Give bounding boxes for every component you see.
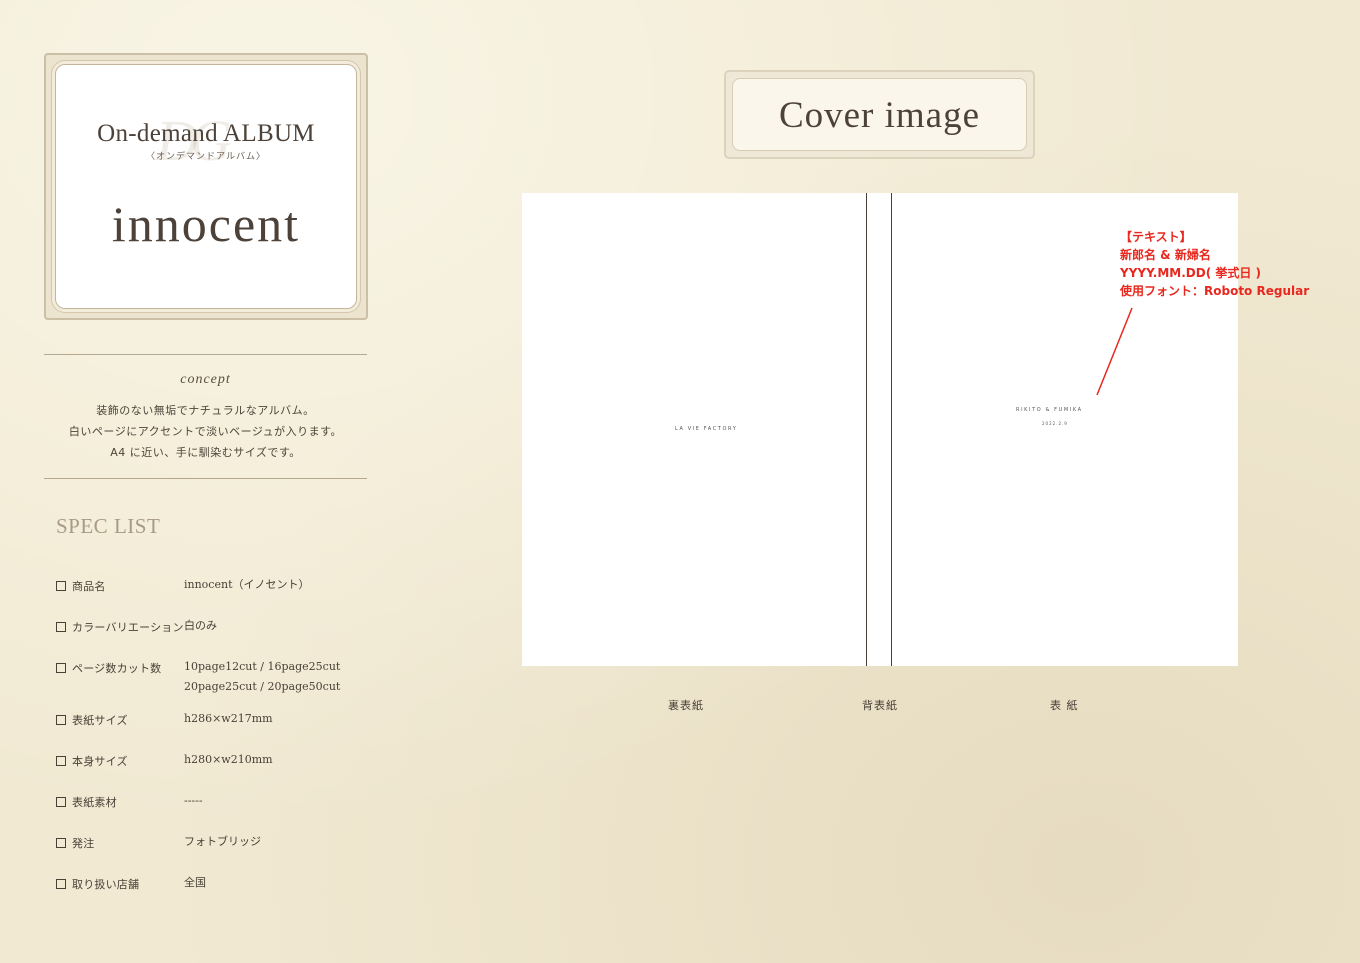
checkbox-icon bbox=[56, 663, 66, 673]
spec-value: ----- bbox=[184, 794, 203, 807]
spec-value: 全国 bbox=[184, 876, 206, 889]
concept-line: A4 に近い、手に馴染むサイズです。 bbox=[110, 446, 301, 459]
spec-label: 発注 bbox=[72, 837, 95, 850]
divider-bottom bbox=[44, 478, 367, 479]
checkbox-icon bbox=[56, 581, 66, 591]
annotation-line: YYYY.MM.DD( 挙式日 ) bbox=[1120, 266, 1262, 280]
spec-label: 本身サイズ bbox=[72, 755, 128, 768]
checkbox-icon bbox=[56, 838, 66, 848]
annotation-line: 【テキスト】 bbox=[1120, 230, 1192, 244]
concept-heading: concept bbox=[180, 372, 231, 387]
spec-value: h280×w210mm bbox=[184, 753, 273, 766]
cover-image-heading: Cover image bbox=[778, 95, 981, 136]
product-name: innocent bbox=[111, 196, 301, 252]
spec-label: ページ数カット数 bbox=[72, 662, 162, 675]
title-card-inner: DG On-demand ALBUM 〈オンデマンドアルバム〉 innocent bbox=[55, 64, 357, 309]
front-cover-date: 2022.2.9 bbox=[1042, 421, 1068, 426]
concept-line: 装飾のない無垢でナチュラルなアルバム。 bbox=[96, 404, 315, 417]
annotation-line: 新郎名 & 新婦名 bbox=[1120, 248, 1211, 262]
cover-image-heading-frame: Cover image bbox=[724, 70, 1035, 159]
spec-value: 10page12cut / 16page25cut bbox=[184, 660, 341, 673]
annotation-line: 使用フォント：Roboto Regular bbox=[1120, 284, 1310, 298]
checkbox-icon bbox=[56, 797, 66, 807]
checkbox-icon bbox=[56, 715, 66, 725]
spec-label: 表紙素材 bbox=[72, 796, 117, 809]
checkbox-icon bbox=[56, 622, 66, 632]
spine-label: 背表紙 bbox=[862, 699, 898, 712]
spec-label: 商品名 bbox=[72, 580, 106, 593]
spec-label: カラーバリエーション bbox=[72, 621, 184, 634]
spec-value: フォトブリッジ bbox=[184, 835, 261, 848]
spec-value: innocent（イノセント） bbox=[184, 578, 310, 591]
divider-top bbox=[44, 354, 367, 355]
back-cover-logo: LA VIE FACTORY bbox=[675, 426, 738, 432]
front-cover-label: 表 紙 bbox=[1050, 699, 1079, 712]
concept-line: 白いページにアクセントで淡いベージュが入ります。 bbox=[68, 425, 343, 438]
album-title: On-demand ALBUM bbox=[97, 120, 315, 147]
text-annotation: 【テキスト】 新郎名 & 新婦名 YYYY.MM.DD( 挙式日 ) 使用フォン… bbox=[1120, 228, 1309, 300]
album-subtitle: 〈オンデマンドアルバム〉 bbox=[146, 152, 266, 162]
checkbox-icon bbox=[56, 756, 66, 766]
spec-value: 白のみ bbox=[184, 619, 217, 632]
spec-label: 表紙サイズ bbox=[72, 714, 128, 727]
concept-text: 装飾のない無垢でナチュラルなアルバム。 白いページにアクセントで淡いベージュが入… bbox=[44, 400, 367, 463]
spec-value-line2: 20page25cut / 20page50cut bbox=[184, 680, 341, 693]
album-title-card: DG On-demand ALBUM 〈オンデマンドアルバム〉 innocent bbox=[44, 53, 368, 320]
spec-value: h286×w217mm bbox=[184, 712, 273, 725]
front-cover-names: RIKITO & FUMIKA bbox=[1016, 407, 1083, 413]
spec-list-heading: SPEC LIST bbox=[56, 514, 161, 538]
spine-line-left bbox=[866, 193, 867, 666]
spine-line-right bbox=[891, 193, 892, 666]
spec-label: 取り扱い店舗 bbox=[72, 878, 140, 891]
back-cover-label: 裏表紙 bbox=[668, 699, 704, 712]
checkbox-icon bbox=[56, 879, 66, 889]
